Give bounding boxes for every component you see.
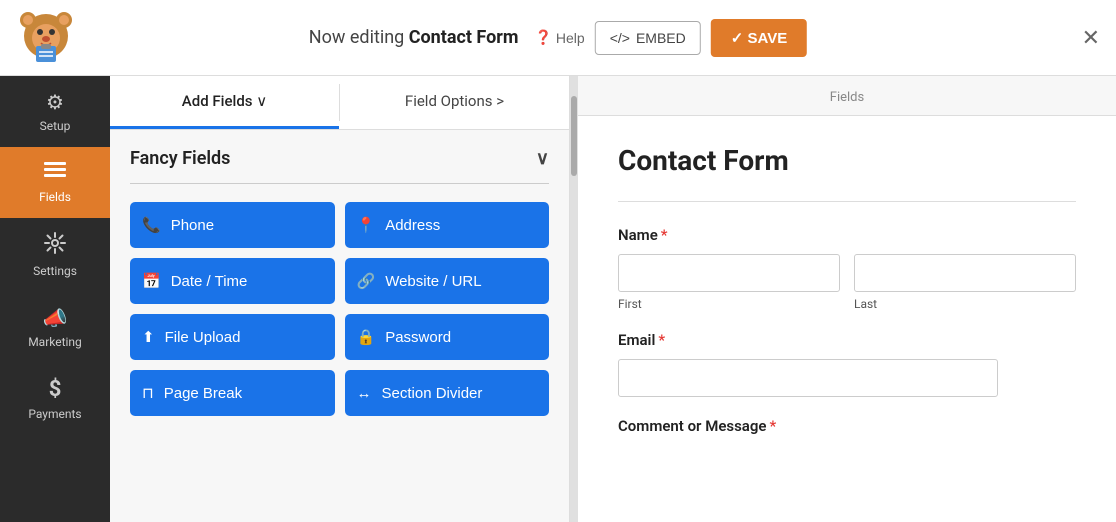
website-icon: 🔗 [357, 272, 376, 290]
comment-label: Comment or Message * [618, 417, 1076, 435]
email-input[interactable] [618, 359, 998, 397]
scrollbar-strip[interactable] [570, 76, 578, 522]
sidebar-item-setup[interactable]: ⚙ Setup [0, 76, 110, 147]
comment-field-group: Comment or Message * [618, 417, 1076, 435]
first-name-group: First [618, 254, 840, 311]
sidebar-item-marketing[interactable]: 📣 Marketing [0, 292, 110, 363]
page-break-field-button[interactable]: ⊓ Page Break [130, 370, 335, 416]
sidebar-item-payments[interactable]: $ Payments [0, 363, 110, 435]
top-bar: Now editing Contact Form ❓ Help </> EMBE… [0, 0, 1116, 76]
name-field-group: Name * First Last [618, 226, 1076, 311]
website-field-button[interactable]: 🔗 Website / URL [345, 258, 550, 304]
fields-content: Fancy Fields ∨ 📞 Phone 📍 Address 📅 [110, 130, 569, 522]
close-button[interactable]: ✕ [1082, 25, 1100, 51]
name-required-star: * [661, 226, 668, 244]
sidebar-label-settings: Settings [33, 264, 77, 278]
fields-tabs: Add Fields ∨ Field Options > [110, 76, 569, 130]
sidebar-label-setup: Setup [40, 119, 71, 133]
embed-button[interactable]: </> EMBED [595, 21, 701, 55]
file-upload-field-button[interactable]: ⬆ File Upload [130, 314, 335, 360]
name-label: Name * [618, 226, 1076, 244]
upload-icon: ⬆ [142, 328, 155, 346]
setup-icon: ⚙ [46, 90, 64, 114]
tab-add-fields[interactable]: Add Fields ∨ [110, 76, 339, 129]
section-divider-field-button[interactable]: ↔ Section Divider [345, 370, 550, 416]
email-label: Email * [618, 331, 1076, 349]
save-button[interactable]: ✓ SAVE [711, 19, 807, 57]
address-field-button[interactable]: 📍 Address [345, 202, 550, 248]
help-icon: ❓ [534, 29, 551, 46]
fields-panel: Add Fields ∨ Field Options > Fancy Field… [110, 76, 570, 522]
sidebar: ⚙ Setup Fields Settings 📣 [0, 76, 110, 522]
main-layout: ⚙ Setup Fields Settings 📣 [0, 76, 1116, 522]
logo [16, 6, 76, 70]
fancy-fields-chevron: ∨ [536, 148, 549, 169]
first-name-input[interactable] [618, 254, 840, 292]
email-required-star: * [658, 331, 665, 349]
payments-icon: $ [49, 377, 62, 402]
phone-icon: 📞 [142, 216, 161, 234]
sidebar-label-payments: Payments [28, 407, 81, 421]
password-field-button[interactable]: 🔒 Password [345, 314, 550, 360]
first-name-label: First [618, 297, 840, 311]
last-name-label: Last [854, 297, 1076, 311]
top-bar-center: Now editing Contact Form ❓ Help </> EMBE… [309, 19, 807, 57]
phone-field-button[interactable]: 📞 Phone [130, 202, 335, 248]
top-bar-actions: ❓ Help </> EMBED ✓ SAVE [534, 19, 807, 57]
email-field-group: Email * [618, 331, 1076, 397]
embed-icon: </> [610, 30, 630, 46]
fancy-fields-label: Fancy Fields [130, 148, 230, 169]
form-divider [618, 201, 1076, 202]
sidebar-label-marketing: Marketing [28, 335, 82, 349]
form-title: Contact Form [618, 144, 1076, 177]
scrollbar-thumb [571, 96, 577, 176]
fields-icon [44, 161, 66, 185]
name-inputs-row: First Last [618, 254, 1076, 311]
editing-label: Now editing Contact Form [309, 27, 519, 48]
page-break-icon: ⊓ [142, 384, 154, 402]
datetime-icon: 📅 [142, 272, 161, 290]
fancy-fields-header: Fancy Fields ∨ [130, 148, 549, 169]
password-icon: 🔒 [357, 328, 376, 346]
settings-icon [44, 232, 66, 259]
comment-required-star: * [769, 417, 776, 435]
help-button[interactable]: ❓ Help [534, 29, 584, 46]
address-icon: 📍 [357, 216, 376, 234]
form-preview: Fields Contact Form Name * First Last [578, 76, 1116, 522]
datetime-field-button[interactable]: 📅 Date / Time [130, 258, 335, 304]
sidebar-item-settings[interactable]: Settings [0, 218, 110, 292]
form-fields-section-header: Fields [578, 76, 1116, 116]
marketing-icon: 📣 [43, 306, 68, 330]
section-divider-icon: ↔ [357, 385, 372, 402]
last-name-input[interactable] [854, 254, 1076, 292]
sidebar-item-fields[interactable]: Fields [0, 147, 110, 218]
fancy-fields-divider [130, 183, 549, 184]
field-buttons-grid: 📞 Phone 📍 Address 📅 Date / Time 🔗 Websit… [130, 202, 549, 416]
last-name-group: Last [854, 254, 1076, 311]
tab-field-options[interactable]: Field Options > [340, 76, 569, 129]
sidebar-label-fields: Fields [39, 190, 71, 204]
